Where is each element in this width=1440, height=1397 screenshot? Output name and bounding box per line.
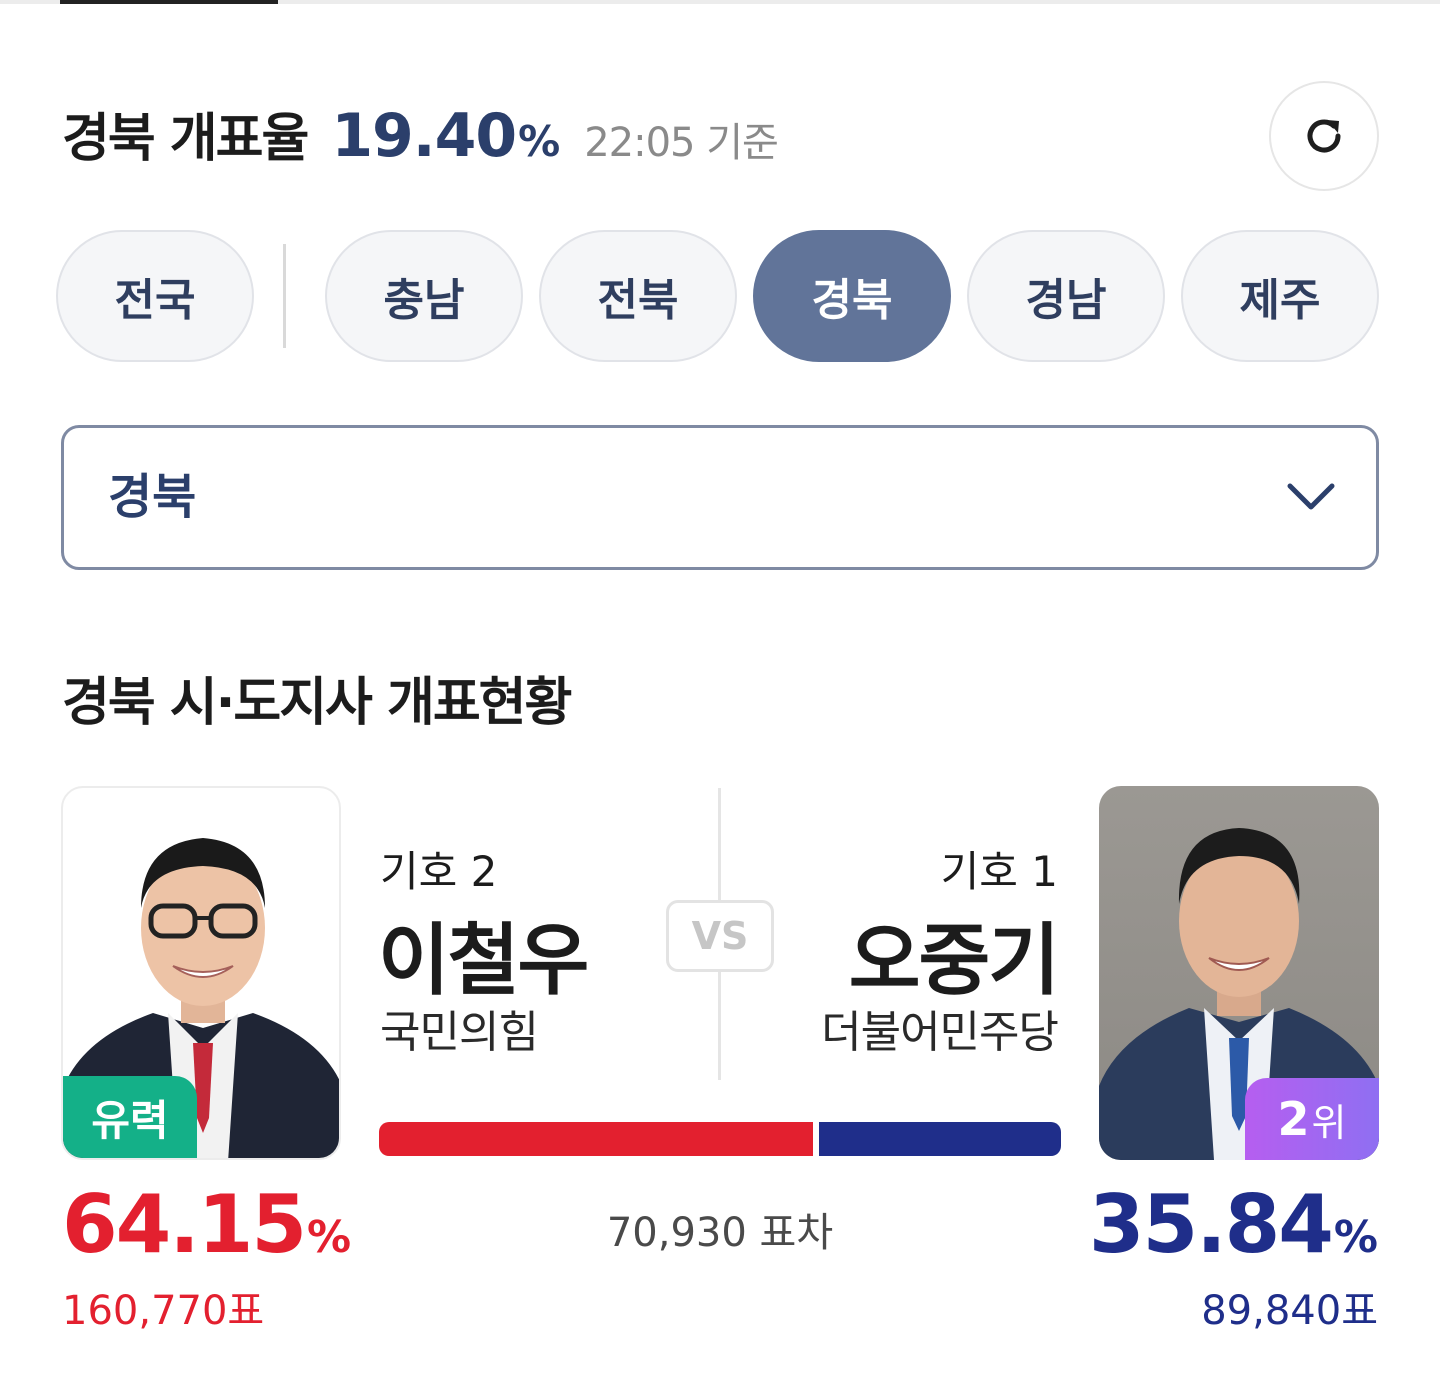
rank-suffix: 위 — [1311, 1100, 1347, 1145]
candidate-percent-left: 64.15% — [62, 1178, 351, 1271]
refresh-button[interactable] — [1269, 81, 1379, 191]
tab-divider — [283, 244, 286, 348]
candidate-party-right: 더불어민주당 — [821, 1007, 1059, 1058]
vote-share-bar-left — [379, 1122, 813, 1156]
vote-margin: 70,930 표차 — [606, 1210, 834, 1256]
update-time: 22:05 기준 — [584, 120, 779, 166]
candidate-name-left: 이철우 — [378, 916, 589, 1006]
region-select[interactable]: 경북 — [61, 425, 1379, 570]
rank-badge: 2 위 — [1245, 1078, 1379, 1160]
candidate-votes-left: 160,770표 — [62, 1288, 265, 1334]
vs-label: VS — [666, 900, 774, 972]
candidate-votes-right: 89,840표 — [1201, 1288, 1378, 1334]
tab-nationwide[interactable]: 전국 — [56, 230, 254, 362]
vote-share-bar — [379, 1122, 1061, 1156]
candidate-party-left: 국민의힘 — [380, 1007, 539, 1058]
vote-share-bar-right — [819, 1122, 1061, 1156]
percent-value-left: 64.15 — [62, 1178, 307, 1271]
candidate-photo-right: 2 위 — [1099, 786, 1379, 1160]
candidate-name-right: 오중기 — [848, 916, 1060, 1006]
count-rate-value: 19.40 — [331, 101, 517, 171]
tab-chungnam[interactable]: 충남 — [325, 230, 523, 362]
tab-gyeongnam[interactable]: 경남 — [967, 230, 1165, 362]
rank-number: 2 — [1277, 1092, 1310, 1146]
chevron-down-icon — [1287, 483, 1335, 510]
top-tab-active-indicator — [60, 0, 278, 4]
leading-badge: 유력 — [63, 1076, 197, 1158]
tab-jeju[interactable]: 제주 — [1181, 230, 1379, 362]
tab-gyeongbuk[interactable]: 경북 — [753, 230, 951, 362]
count-rate-header: 경북 개표율 19.40 % 22:05 기준 — [62, 96, 779, 176]
percent-value-right: 35.84 — [1088, 1178, 1334, 1271]
candidate-photo-left: 유력 — [61, 786, 341, 1160]
region-tabs: 전국 충남 전북 경북 경남 제주 — [56, 230, 1386, 362]
candidate-number-right: 기호 1 — [940, 847, 1058, 896]
percent-sign-right: % — [1333, 1212, 1378, 1263]
section-title: 경북 시·도지사 개표현황 — [62, 673, 572, 733]
count-rate-percent-sign: % — [518, 117, 561, 166]
region-select-value: 경북 — [108, 469, 197, 525]
candidate-percent-right: 35.84% — [1089, 1178, 1378, 1271]
tab-jeonbuk[interactable]: 전북 — [539, 230, 737, 362]
candidate-number-left: 기호 2 — [380, 847, 498, 896]
refresh-icon — [1307, 119, 1341, 153]
header-title: 경북 개표율 — [62, 109, 309, 169]
percent-sign-left: % — [307, 1212, 352, 1263]
